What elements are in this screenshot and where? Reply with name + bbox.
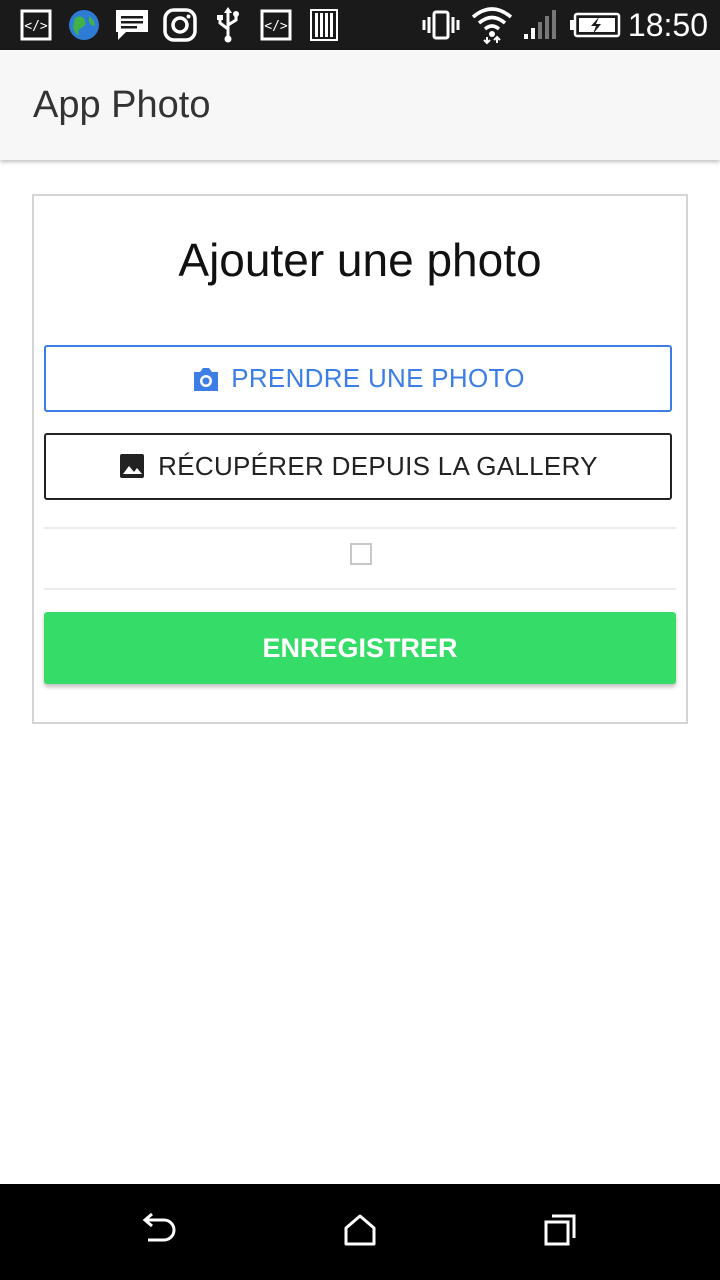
gallery-button[interactable]: RÉCUPÉRER DEPUIS LA GALLERY — [44, 433, 672, 500]
battery-charging-icon — [568, 0, 622, 50]
save-button[interactable]: ENREGISTRER — [44, 612, 676, 684]
take-photo-button[interactable]: PRENDRE UNE PHOTO — [44, 345, 672, 412]
home-button[interactable] — [310, 1184, 410, 1280]
globe-icon — [66, 0, 102, 50]
card-title: Ajouter une photo — [178, 234, 542, 286]
status-bar: </> </> 18:50 — [0, 0, 720, 50]
app-bar: App Photo — [0, 50, 720, 160]
divider — [44, 527, 676, 529]
svg-text:</>: </> — [24, 19, 48, 34]
app-title: App Photo — [33, 84, 211, 126]
back-icon — [140, 1212, 180, 1253]
divider — [44, 588, 676, 590]
image-icon — [118, 452, 148, 482]
take-photo-label: PRENDRE UNE PHOTO — [231, 363, 525, 393]
add-photo-card: Ajouter une photo PRENDRE UNE PHOTO RÉCU… — [32, 194, 688, 724]
option-checkbox[interactable] — [350, 543, 372, 565]
home-icon — [342, 1212, 378, 1253]
recent-apps-icon — [542, 1212, 578, 1253]
message-icon — [113, 0, 151, 50]
signal-icon — [520, 0, 560, 50]
usb-icon — [212, 0, 244, 50]
camera-icon — [191, 364, 221, 394]
code-icon: </> — [258, 0, 294, 50]
back-button[interactable] — [110, 1184, 210, 1280]
gallery-label: RÉCUPÉRER DEPUIS LA GALLERY — [158, 451, 598, 481]
barcode-icon — [308, 0, 340, 50]
clock: 18:50 — [627, 7, 708, 43]
navigation-bar — [0, 1184, 720, 1280]
recent-apps-button[interactable] — [510, 1184, 610, 1280]
wifi-icon — [470, 0, 514, 50]
svg-text:</>: </> — [264, 19, 288, 34]
save-label: ENREGISTRER — [262, 632, 458, 663]
vibrate-icon — [420, 0, 462, 50]
instagram-icon — [162, 0, 198, 50]
code-icon: </> — [18, 0, 54, 50]
